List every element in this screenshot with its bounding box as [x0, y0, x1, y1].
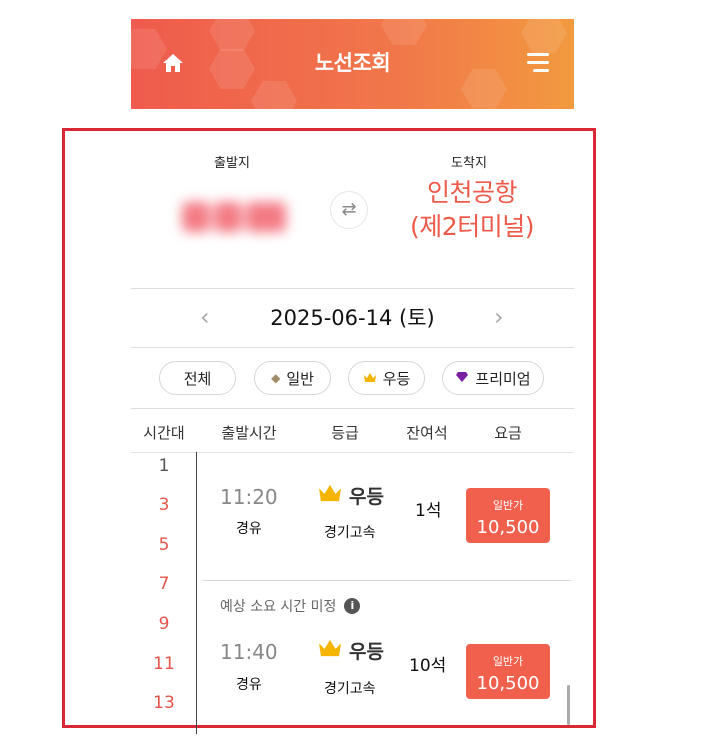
- crown-icon: [317, 483, 343, 508]
- divider: [131, 408, 574, 409]
- crown-icon: [363, 369, 377, 387]
- trip-departure-time: 11:20: [220, 485, 278, 509]
- info-icon[interactable]: i: [344, 598, 361, 614]
- filter-premium-label: 프리미엄: [475, 369, 531, 388]
- trip-departure-time: 11:40: [220, 640, 278, 664]
- divider: [131, 288, 574, 289]
- trip-remaining-seats: 1석: [415, 501, 442, 521]
- trip-via: 경유: [236, 521, 262, 537]
- hour-marker[interactable]: 1: [146, 456, 182, 476]
- hour-marker[interactable]: 11: [146, 654, 182, 674]
- filter-premium-grade-button[interactable]: 우등: [348, 361, 425, 395]
- chevron-left-icon[interactable]: ‹: [200, 303, 210, 331]
- trip-grade: 우등: [317, 482, 384, 509]
- hour-marker[interactable]: 3: [146, 495, 182, 515]
- trip-estimate-text: 예상 소요 시간 미정: [220, 599, 337, 615]
- trip-grade-label: 우등: [349, 641, 384, 663]
- trip-separator: [203, 580, 571, 581]
- fare-button[interactable]: 일반가 10,500: [466, 488, 550, 543]
- trip-estimate: 예상 소요 시간 미정 i: [220, 596, 361, 616]
- divider: [131, 452, 574, 453]
- arrival-name-line1: 인천공항: [426, 178, 518, 207]
- arrival-label: 도착지: [451, 156, 487, 171]
- swap-arrows-icon[interactable]: ⇄: [330, 191, 368, 229]
- filter-all-label: 전체: [183, 369, 212, 388]
- arrival-name[interactable]: 인천공항 (제2터미널): [392, 176, 552, 244]
- fare-button[interactable]: 일반가 10,500: [466, 644, 550, 699]
- filter-premium-grade-label: 우등: [382, 369, 411, 388]
- hex-pattern: [251, 81, 297, 109]
- departure-name-redacted[interactable]: [178, 192, 294, 238]
- trip-operator: 경기고속: [324, 525, 376, 541]
- fare-price: 10,500: [476, 517, 540, 538]
- trip-operator: 경기고속: [324, 681, 376, 697]
- column-header-remaining-seats: 잔여석: [406, 424, 448, 442]
- arrival-name-line2: (제2터미널): [410, 212, 534, 241]
- scrollbar[interactable]: [567, 685, 570, 725]
- column-header-departure-time: 출발시간: [221, 424, 277, 442]
- filter-all-button[interactable]: 전체: [159, 361, 236, 395]
- column-header-time-slot: 시간대: [143, 424, 185, 442]
- filter-premium-button[interactable]: 프리미엄: [442, 361, 544, 395]
- trip-grade: 우등: [317, 637, 384, 664]
- filter-general-label: 일반: [286, 369, 314, 388]
- selected-date[interactable]: 2025-06-14 (토): [240, 302, 465, 332]
- chevron-right-icon[interactable]: ›: [494, 303, 504, 331]
- app-header: 노선조회: [131, 19, 574, 109]
- fare-type: 일반가: [492, 655, 524, 668]
- fare-price: 10,500: [476, 673, 540, 694]
- hour-marker[interactable]: 5: [146, 535, 182, 555]
- trip-via: 경유: [236, 677, 262, 693]
- filter-general-button[interactable]: ◆ 일반: [254, 361, 331, 395]
- crown-icon: [317, 638, 343, 663]
- gem-icon: [455, 369, 469, 387]
- diamond-icon: ◆: [271, 371, 281, 385]
- trip-grade-label: 우등: [349, 486, 384, 508]
- column-header-fare: 요금: [494, 424, 522, 442]
- hour-marker[interactable]: 9: [146, 614, 182, 634]
- departure-label: 출발지: [214, 156, 250, 171]
- trip-remaining-seats: 10석: [409, 656, 447, 676]
- hex-pattern: [381, 19, 427, 45]
- divider: [131, 347, 574, 348]
- timeline-line: [196, 452, 197, 734]
- hamburger-menu-icon[interactable]: [527, 53, 549, 73]
- fare-type: 일반가: [492, 499, 524, 512]
- hour-marker[interactable]: 13: [146, 693, 182, 713]
- column-header-grade: 등급: [331, 424, 359, 442]
- hour-marker[interactable]: 7: [146, 574, 182, 594]
- page-title: 노선조회: [314, 51, 391, 75]
